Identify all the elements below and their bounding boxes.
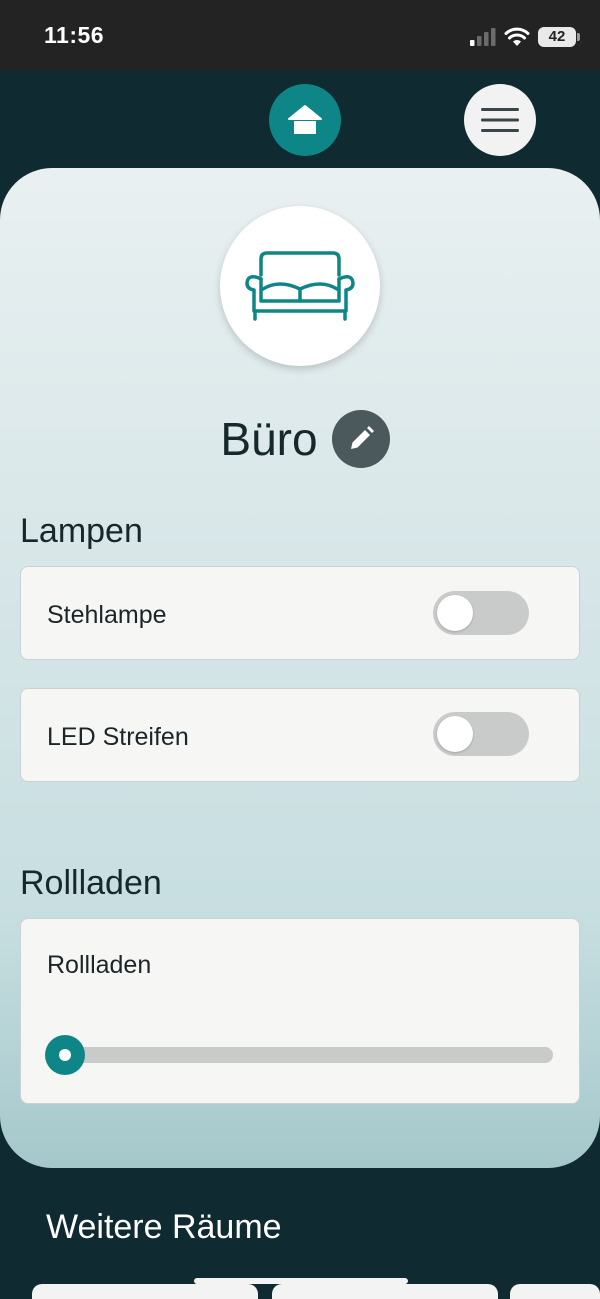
menu-button[interactable]	[464, 84, 536, 156]
toggle-knob	[437, 716, 473, 752]
battery-icon: 42	[538, 27, 580, 47]
lamp-label: Stehlampe	[47, 601, 167, 629]
top-nav	[0, 70, 600, 170]
room-avatar	[220, 206, 380, 366]
more-rooms-heading: Weitere Räume	[46, 1208, 282, 1246]
edit-room-button[interactable]	[331, 410, 390, 468]
shutter-slider-thumb[interactable]	[45, 1035, 85, 1075]
hamburger-menu-icon	[481, 108, 519, 132]
home-indicator	[194, 1278, 408, 1284]
shutter-slider-track[interactable]	[53, 1047, 553, 1063]
signal-icon	[470, 28, 496, 46]
lamp-item-led-streifen: LED Streifen	[20, 688, 580, 782]
home-button[interactable]	[269, 84, 341, 156]
toggle-knob	[437, 595, 473, 631]
status-time: 11:56	[44, 22, 105, 48]
lamp-toggle-stehlampe[interactable]	[433, 591, 529, 635]
room-title-row: Büro	[0, 404, 600, 474]
battery-level: 42	[548, 28, 566, 45]
home-icon	[288, 105, 322, 134]
lamp-toggle-led-streifen[interactable]	[433, 712, 529, 756]
lamp-item-stehlampe: Stehlampe	[20, 566, 580, 660]
status-bar: 11:56 42	[0, 0, 600, 70]
room-tile[interactable]	[510, 1284, 600, 1299]
status-icons: 42	[470, 24, 580, 50]
shutters-heading: Rollladen	[20, 864, 162, 902]
lamps-heading: Lampen	[20, 512, 143, 550]
shutter-item: Rollladen	[20, 918, 580, 1104]
wifi-icon	[504, 27, 530, 46]
pencil-icon	[350, 426, 374, 449]
slider-thumb-dot	[59, 1049, 71, 1061]
sofa-icon	[245, 251, 355, 321]
room-card: Büro Lampen Stehlampe LED Streifen Rolll…	[0, 168, 600, 1168]
room-tile[interactable]	[32, 1284, 258, 1299]
lamp-label: LED Streifen	[47, 723, 189, 751]
room-tile[interactable]	[272, 1284, 498, 1299]
room-title: Büro	[220, 413, 318, 465]
shutter-label: Rollladen	[47, 951, 152, 979]
